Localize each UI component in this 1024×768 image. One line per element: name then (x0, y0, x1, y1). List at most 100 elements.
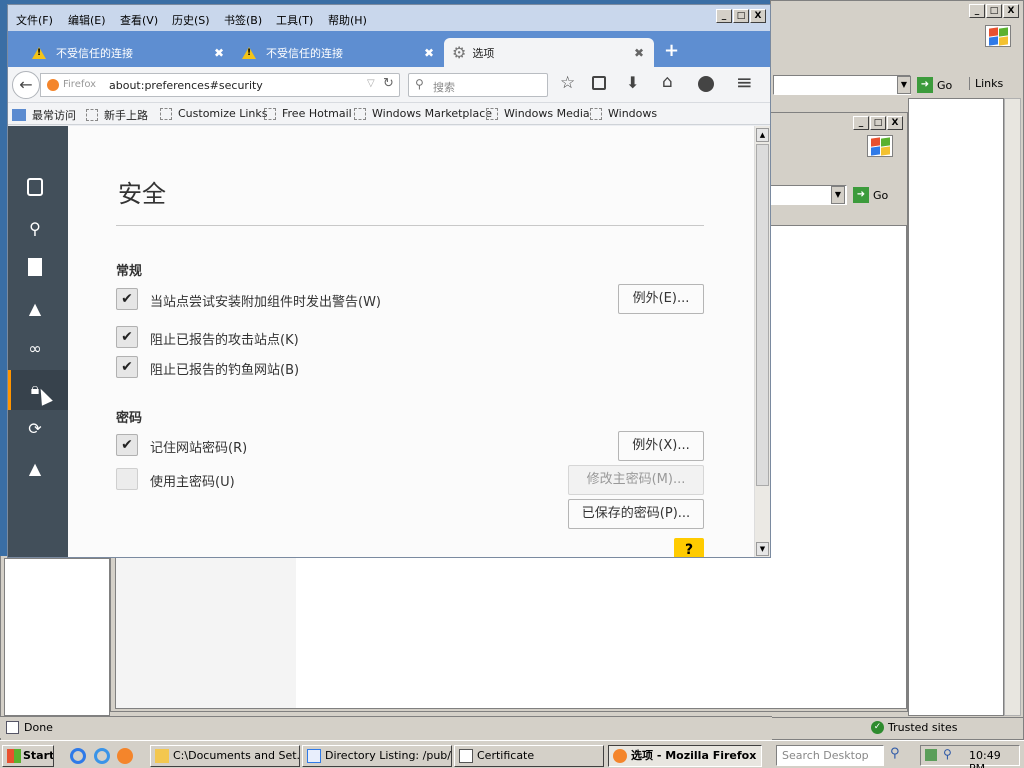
title-divider (116, 225, 704, 226)
quicklaunch-firefox-icon[interactable] (117, 748, 133, 764)
bookmark-star-icon[interactable]: ☆ (560, 73, 575, 93)
sidebar-item-search[interactable]: ⚲ (24, 218, 46, 240)
ie-back-maximize-button[interactable]: □ (986, 4, 1002, 18)
history-dropdown-icon[interactable]: ▽ (367, 78, 375, 89)
block-attack-checkbox[interactable]: ✔ (116, 326, 138, 348)
remember-passwords-checkbox[interactable]: ✔ (116, 434, 138, 456)
ie-mid-go-button[interactable]: ➜ Go (853, 187, 888, 203)
ie-back-scrollbar[interactable] (1004, 98, 1021, 716)
block-phishing-checkbox[interactable]: ✔ (116, 356, 138, 378)
bookmark-most-visited[interactable]: 最常访问 (12, 107, 76, 123)
desktop-search-icon[interactable]: ⚲ (890, 746, 900, 761)
page-icon (86, 109, 98, 121)
tab-close-icon[interactable]: ✖ (634, 46, 644, 60)
home-icon[interactable]: ⌂ (662, 72, 673, 92)
taskbar-item-firefox[interactable]: 选项 - Mozilla Firefox (608, 745, 762, 767)
maximize-button[interactable]: □ (733, 9, 749, 23)
mask-icon: ∞ (28, 339, 42, 358)
block-phishing-label: 阻止已报告的钓鱼网站(B) (150, 363, 300, 378)
reading-list-icon[interactable] (592, 76, 606, 90)
taskbar-item-explorer[interactable]: C:\Documents and Set... (150, 745, 300, 767)
minimize-button[interactable]: _ (716, 9, 732, 23)
search-bar[interactable]: ⚲ 搜索 (408, 73, 548, 97)
firefox-logo-icon (47, 79, 59, 91)
folder-icon (155, 749, 169, 763)
preferences-scrollbar[interactable]: ▲ ▼ (754, 126, 770, 557)
hamburger-menu-icon[interactable]: ≡ (736, 70, 753, 94)
menu-view[interactable]: 查看(V) (120, 12, 158, 28)
checkmark-icon: ✔ (121, 359, 133, 375)
page-done-icon (6, 721, 19, 734)
sidebar-item-general[interactable] (24, 178, 46, 200)
check-shield-icon: ✓ (871, 721, 884, 734)
sidebar-item-advanced[interactable]: ▲ (24, 458, 46, 480)
bookmark-windows[interactable]: Windows (590, 107, 657, 120)
quicklaunch-ie2-icon[interactable] (94, 748, 110, 764)
quicklaunch-ie-icon[interactable] (70, 748, 86, 764)
ie-mid-maximize-button[interactable]: □ (870, 116, 886, 130)
ie-mid-address-dropdown[interactable]: ▼ (831, 186, 845, 204)
menu-tools[interactable]: 工具(T) (276, 12, 313, 28)
tab-untrusted-2[interactable]: 不受信任的连接 ✖ (218, 38, 444, 67)
ie-back-links[interactable]: Links (969, 77, 1003, 90)
master-password-checkbox[interactable] (116, 468, 138, 490)
menu-bookmarks[interactable]: 书签(B) (224, 12, 262, 28)
close-button[interactable]: X (750, 9, 766, 23)
sidebar-item-applications[interactable]: ▲ (24, 298, 46, 320)
bookmark-customize-links[interactable]: Customize Links (160, 107, 268, 120)
tab-untrusted-1[interactable]: 不受信任的连接 ✖ (8, 38, 234, 67)
menu-edit[interactable]: 编辑(E) (68, 12, 106, 28)
ie-back-address-field[interactable] (773, 75, 911, 95)
bookmark-getting-started[interactable]: 新手上路 (86, 107, 148, 123)
start-button[interactable]: Start (2, 745, 54, 767)
menu-history[interactable]: 历史(S) (172, 12, 210, 28)
bookmarks-toolbar: 最常访问 新手上路 Customize Links Free Hotmail W… (8, 103, 770, 125)
tab-close-icon[interactable]: ✖ (424, 46, 434, 60)
ie-back-minimize-button[interactable]: _ (969, 4, 985, 18)
reload-icon[interactable]: ↻ (383, 76, 394, 91)
search-tray-icon[interactable]: ⚲ (943, 747, 952, 761)
sidebar-item-privacy[interactable]: ∞ (24, 338, 46, 360)
page-icon (264, 107, 276, 120)
new-tab-button[interactable]: + (664, 40, 679, 61)
ie-mid-close-button[interactable]: X (887, 116, 903, 130)
menu-help[interactable]: 帮助(H) (328, 12, 367, 28)
tab-options[interactable]: ⚙ 选项 ✖ (444, 38, 654, 67)
taskbar-item-directory-listing[interactable]: Directory Listing: /pub/... (302, 745, 452, 767)
ie-back-close-button[interactable]: X (1003, 4, 1019, 18)
help-button[interactable]: ? (674, 538, 704, 557)
warn-addons-checkbox[interactable]: ✔ (116, 288, 138, 310)
sidebar-item-content[interactable] (24, 258, 46, 280)
scroll-thumb[interactable] (756, 144, 769, 486)
taskbar-item-certificate[interactable]: Certificate (454, 745, 604, 767)
url-bar[interactable]: Firefox about:preferences#security ▽ ↻ (40, 73, 400, 97)
search-icon: ⚲ (29, 219, 41, 238)
scroll-down-icon[interactable]: ▼ (756, 542, 769, 556)
addon-exceptions-button[interactable]: 例外(E)... (618, 284, 704, 314)
go-arrow-icon: ➜ (917, 77, 933, 93)
network-tray-icon[interactable] (925, 749, 937, 761)
url-text[interactable]: about:preferences#security (109, 79, 263, 92)
change-master-password-button[interactable]: 修改主密码(M)... (568, 465, 704, 495)
bookmark-free-hotmail[interactable]: Free Hotmail (264, 107, 352, 120)
certificate-icon (459, 749, 473, 763)
ie-back-statusbar-left: Done (0, 716, 772, 738)
downloads-icon[interactable]: ⬇ (626, 73, 639, 92)
document-icon (28, 258, 42, 276)
menu-file[interactable]: 文件(F) (16, 12, 53, 28)
scroll-up-icon[interactable]: ▲ (756, 128, 769, 142)
ie-back-zone: ✓ Trusted sites (871, 721, 958, 734)
bookmark-windows-marketplace[interactable]: Windows Marketplace (354, 107, 492, 120)
ie-mid-minimize-button[interactable]: _ (853, 116, 869, 130)
desktop-search-input[interactable]: Search Desktop (776, 745, 884, 766)
bookmark-windows-media[interactable]: Windows Media (486, 107, 590, 120)
ie-back-address-dropdown[interactable]: ▼ (897, 76, 911, 94)
back-button[interactable]: ← (12, 71, 40, 99)
ie-back-go-button[interactable]: ➜ Go (917, 77, 952, 93)
sidebar-item-sync[interactable]: ⟳ (24, 418, 46, 440)
block-attack-label: 阻止已报告的攻击站点(K) (150, 333, 299, 348)
checkmark-icon: ✔ (121, 291, 133, 307)
password-exceptions-button[interactable]: 例外(X)... (618, 431, 704, 461)
social-smiley-icon[interactable] (698, 76, 714, 92)
saved-passwords-button[interactable]: 已保存的密码(P)... (568, 499, 704, 529)
